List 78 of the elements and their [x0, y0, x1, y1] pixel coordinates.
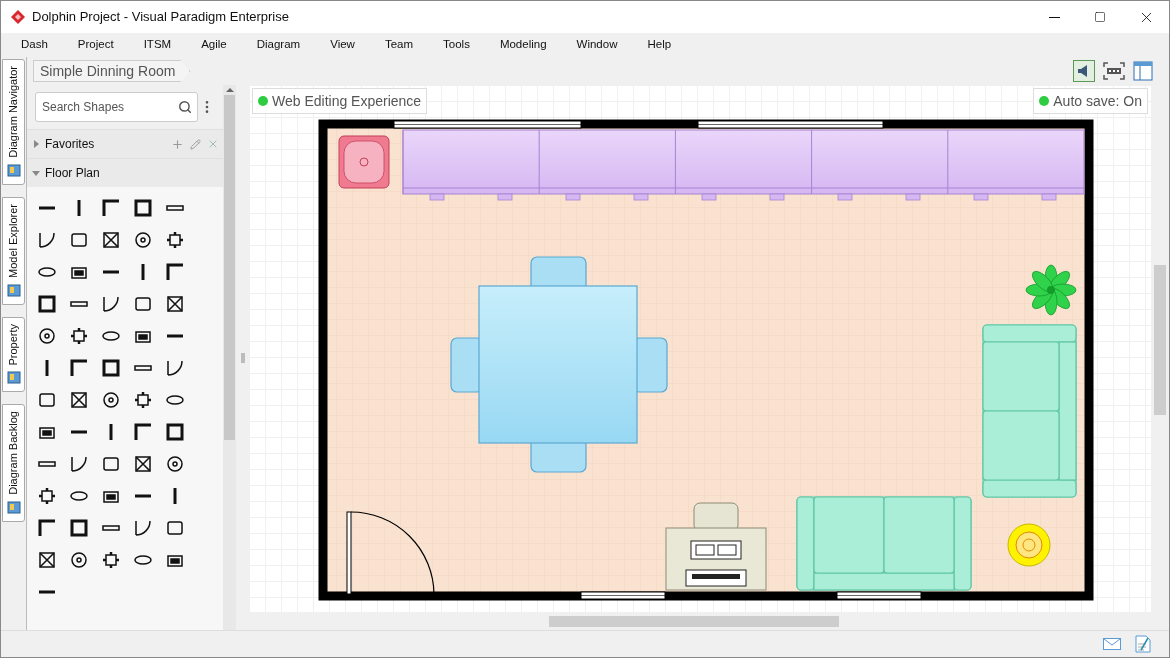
shape-icon[interactable]	[69, 230, 89, 250]
cushion-drawing	[338, 135, 390, 189]
menu-item[interactable]: View	[318, 36, 367, 54]
status-badge[interactable]: Web Editing Experience	[252, 88, 428, 114]
expand-caret-icon[interactable]	[31, 139, 41, 149]
status-badge[interactable]: Auto save: On	[1033, 88, 1148, 114]
shape-icon[interactable]	[69, 326, 89, 346]
shape-icon[interactable]	[165, 230, 185, 250]
window-title: Dolphin Project - Visual Paradigm Enterprise	[32, 8, 289, 27]
shape-icon[interactable]	[133, 454, 153, 474]
shape-icon[interactable]	[37, 230, 57, 250]
tab-icon	[5, 499, 22, 516]
layout-icon[interactable]	[1133, 61, 1153, 81]
lamp-drawing	[1007, 523, 1051, 567]
tab-icon	[5, 161, 22, 178]
mail-icon[interactable]	[1103, 638, 1121, 650]
megaphone-icon[interactable]	[1073, 60, 1095, 82]
palette-section-header[interactable]: Floor Plan	[27, 158, 223, 187]
shape-icon[interactable]	[101, 294, 121, 314]
menu-item[interactable]: Modeling	[487, 36, 559, 54]
shape-icon[interactable]	[101, 358, 121, 378]
shape-icon[interactable]	[165, 518, 185, 538]
shape-icon[interactable]	[133, 422, 153, 442]
shape-icon[interactable]	[165, 262, 185, 282]
palette-section-header[interactable]: Favorites	[27, 129, 223, 158]
shape-icon[interactable]	[37, 518, 57, 538]
expand-caret-icon[interactable]	[31, 168, 41, 178]
menu-item[interactable]: ITSM	[131, 36, 184, 54]
note-icon[interactable]	[1135, 635, 1151, 653]
breadcrumb[interactable]: Simple Dinning Room	[33, 60, 191, 82]
shape-icon[interactable]	[69, 550, 89, 570]
search-icon[interactable]	[178, 100, 192, 114]
side-tab[interactable]: Model Explorer	[2, 196, 25, 305]
app-logo-icon	[10, 9, 26, 25]
shape-icon[interactable]	[101, 198, 121, 218]
fit-view-icon[interactable]	[1103, 62, 1125, 80]
shape-icon[interactable]	[37, 486, 57, 506]
shape-icon[interactable]	[133, 294, 153, 314]
menu-item[interactable]: Diagram	[244, 36, 313, 54]
shape-icon[interactable]	[133, 230, 153, 250]
shape-icon[interactable]	[133, 390, 153, 410]
side-tab[interactable]: Diagram Backlog	[2, 404, 25, 523]
shape-icon[interactable]	[165, 358, 185, 378]
shape-icon[interactable]	[101, 550, 121, 570]
minimize-icon	[1048, 16, 1060, 18]
side-tab[interactable]: Property	[2, 316, 25, 393]
menu-item[interactable]: Project	[65, 36, 126, 54]
scroll-up-icon[interactable]	[225, 85, 234, 95]
search-field[interactable]: Search Shapes	[35, 92, 198, 122]
plant-drawing	[1025, 264, 1077, 316]
shape-icon[interactable]	[69, 454, 89, 474]
shape-icon[interactable]	[101, 390, 121, 410]
shape-icon[interactable]	[165, 294, 185, 314]
shape-icon[interactable]	[69, 390, 89, 410]
shape-icon[interactable]	[101, 230, 121, 250]
shape-icon[interactable]	[69, 518, 89, 538]
shape-icon[interactable]	[133, 198, 153, 218]
menu-item[interactable]: Window	[564, 36, 630, 54]
shape-icon[interactable]	[37, 294, 57, 314]
shape-icon[interactable]	[37, 550, 57, 570]
maximize-icon	[1094, 11, 1106, 23]
tab-icon	[5, 281, 22, 298]
menu-item[interactable]: Team	[372, 36, 426, 54]
shape-icon[interactable]	[37, 326, 57, 346]
shape-icon[interactable]	[101, 454, 121, 474]
splitter-grip-icon[interactable]	[240, 352, 245, 363]
side-tab[interactable]: Diagram Navigator	[2, 59, 25, 185]
tab-icon	[5, 369, 22, 386]
shape-icon[interactable]	[37, 390, 57, 410]
menu-item[interactable]: Help	[635, 36, 684, 54]
shape-icon[interactable]	[69, 358, 89, 378]
shape-icon[interactable]	[165, 422, 185, 442]
menu-item[interactable]: Dash	[9, 36, 60, 54]
shape-icon[interactable]	[165, 454, 185, 474]
scrollbar[interactable]	[223, 85, 236, 630]
menu-item[interactable]: Agile	[189, 36, 239, 54]
shape-icon[interactable]	[133, 518, 153, 538]
menu-item[interactable]: Tools	[431, 36, 482, 54]
